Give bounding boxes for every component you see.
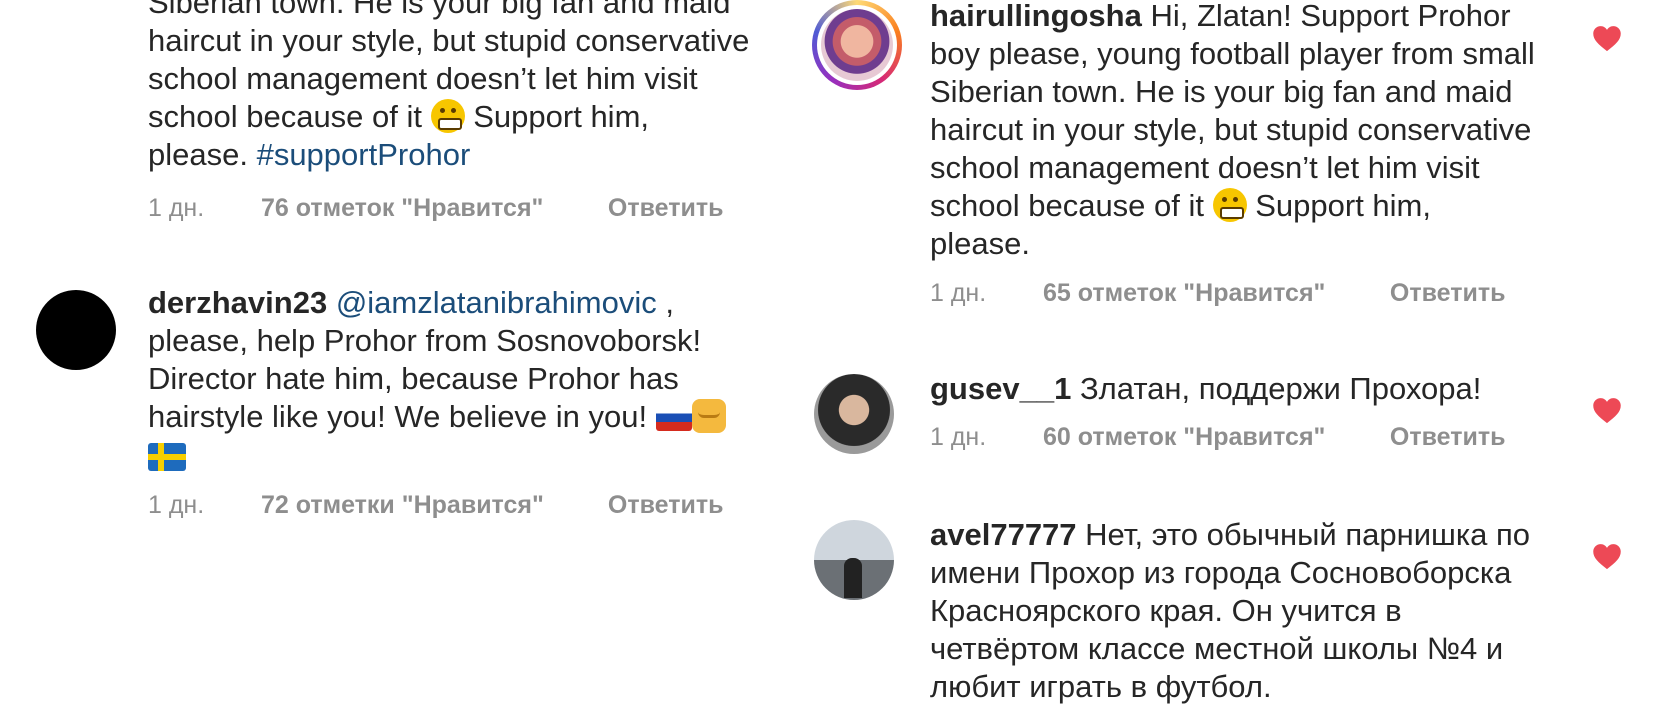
comment-line: please.	[930, 226, 1030, 261]
grimacing-face-emoji-icon	[1212, 188, 1247, 222]
comment-line: gusev__1 Златан, поддержи Прохора!	[930, 370, 1570, 408]
username-link[interactable]: derzhavin23	[148, 285, 327, 320]
avatar[interactable]	[36, 290, 116, 370]
likes-count[interactable]: 65 отметок "Нравится"	[1043, 279, 1383, 308]
comment-meta: 1 дн. 72 отметки "Нравится" Ответить	[148, 491, 723, 520]
like-heart-icon[interactable]	[1592, 542, 1622, 570]
comment-line: имени Прохор из города Сосновоборска	[930, 555, 1512, 590]
comment-line: haircut in your style, but stupid conser…	[148, 23, 750, 58]
raised-fist-icon	[691, 399, 726, 433]
comment-line: please. #supportProhor	[148, 136, 788, 174]
avatar-story-ring[interactable]	[812, 0, 902, 90]
likes-count[interactable]: 60 отметок "Нравится"	[1043, 423, 1383, 452]
comment-line: haircut in your style, but stupid conser…	[930, 112, 1532, 147]
avatar[interactable]	[814, 374, 894, 454]
username-link[interactable]: hairullingosha	[930, 0, 1142, 33]
russia-flag-icon	[655, 405, 692, 431]
comment-line: please, help Prohor from Sosnovoborsk!	[148, 323, 702, 358]
comment-line: hairstyle like you! We believe in you!	[148, 398, 788, 436]
reply-button[interactable]: Ответить	[1390, 279, 1506, 308]
like-heart-icon[interactable]	[1592, 396, 1622, 424]
comment-line-part: school because of it	[930, 188, 1213, 223]
comment-line-part: please.	[148, 137, 257, 172]
comment-line-part: Support him,	[464, 99, 650, 134]
reply-button[interactable]: Ответить	[1390, 423, 1506, 452]
comment-line: school because of it Support him,	[148, 98, 788, 136]
comment-line: Siberian town. He is your big fan and ma…	[930, 74, 1513, 109]
comment-line: avel77777 Нет, это обычный парнишка по	[930, 516, 1610, 554]
comment-line: любит играть в футбол.	[930, 669, 1272, 704]
avatar	[821, 9, 893, 81]
comment-line: Красноярского края. Он учится в	[930, 593, 1402, 628]
comment-text: hairullingosha Hi, Zlatan! Support Proho…	[930, 0, 1570, 263]
comment-text: derzhavin23 @iamzlatanibrahimovic , plea…	[148, 284, 788, 474]
comment-line-part: Златан, поддержи Прохора!	[1071, 371, 1482, 406]
reply-button[interactable]: Ответить	[608, 491, 724, 520]
mention-link[interactable]: @iamzlatanibrahimovic	[336, 285, 657, 320]
avatar-figure	[844, 558, 862, 598]
comment-line	[148, 436, 788, 474]
comment-line: school because of it Support him,	[930, 187, 1570, 225]
comment-line: school management doesn’t let him visit	[930, 150, 1480, 185]
likes-count[interactable]: 76 отметок "Нравится"	[261, 194, 601, 223]
comment-line: Siberian town. He is your big fan and ma…	[148, 0, 731, 20]
comment-timestamp[interactable]: 1 дн.	[148, 194, 254, 223]
comment-meta: 1 дн. 65 отметок "Нравится" Ответить	[930, 279, 1505, 308]
grimacing-face-emoji-icon	[430, 99, 465, 133]
comment-line: Director hate him, because Prohor has	[148, 361, 679, 396]
comment-meta: 1 дн. 76 отметок "Нравится" Ответить	[148, 194, 723, 223]
reply-button[interactable]: Ответить	[608, 194, 724, 223]
avatar[interactable]	[814, 520, 894, 600]
comment-timestamp[interactable]: 1 дн.	[930, 423, 1036, 452]
comment-meta: 1 дн. 60 отметок "Нравится" Ответить	[930, 423, 1505, 452]
comment-line: boy please, young football player from s…	[930, 36, 1535, 71]
sweden-flag-icon	[148, 443, 186, 471]
comment-line-part: hairstyle like you! We believe in you!	[148, 399, 656, 434]
comment-line-part: Support him,	[1246, 188, 1431, 223]
like-heart-icon[interactable]	[1592, 24, 1622, 52]
hashtag-link[interactable]: #supportProhor	[257, 137, 471, 172]
comment-text: Siberian town. He is your big fan and ma…	[148, 0, 788, 174]
comment-timestamp[interactable]: 1 дн.	[148, 491, 254, 520]
username-link[interactable]: avel77777	[930, 517, 1077, 552]
comment-line-part: Нет, это обычный парнишка по	[1076, 517, 1531, 552]
comment-line: hairullingosha Hi, Zlatan! Support Proho…	[930, 0, 1570, 35]
username-link[interactable]: gusev__1	[930, 371, 1071, 406]
comment-line: derzhavin23 @iamzlatanibrahimovic ,	[148, 284, 788, 322]
comment-text: avel77777 Нет, это обычный парнишка по и…	[930, 516, 1610, 706]
comment-text: gusev__1 Златан, поддержи Прохора!	[930, 370, 1570, 408]
comment-line: четвёртом классе местной школы №4 и	[930, 631, 1504, 666]
likes-count[interactable]: 72 отметки "Нравится"	[261, 491, 601, 520]
comment-line-part: school because of it	[148, 99, 423, 134]
comment-line: school management doesn’t let him visit	[148, 61, 698, 96]
comment-line-part: ,	[656, 285, 674, 320]
comment-line-part: Hi, Zlatan! Support Prohor	[1141, 0, 1511, 33]
comment-timestamp[interactable]: 1 дн.	[930, 279, 1036, 308]
